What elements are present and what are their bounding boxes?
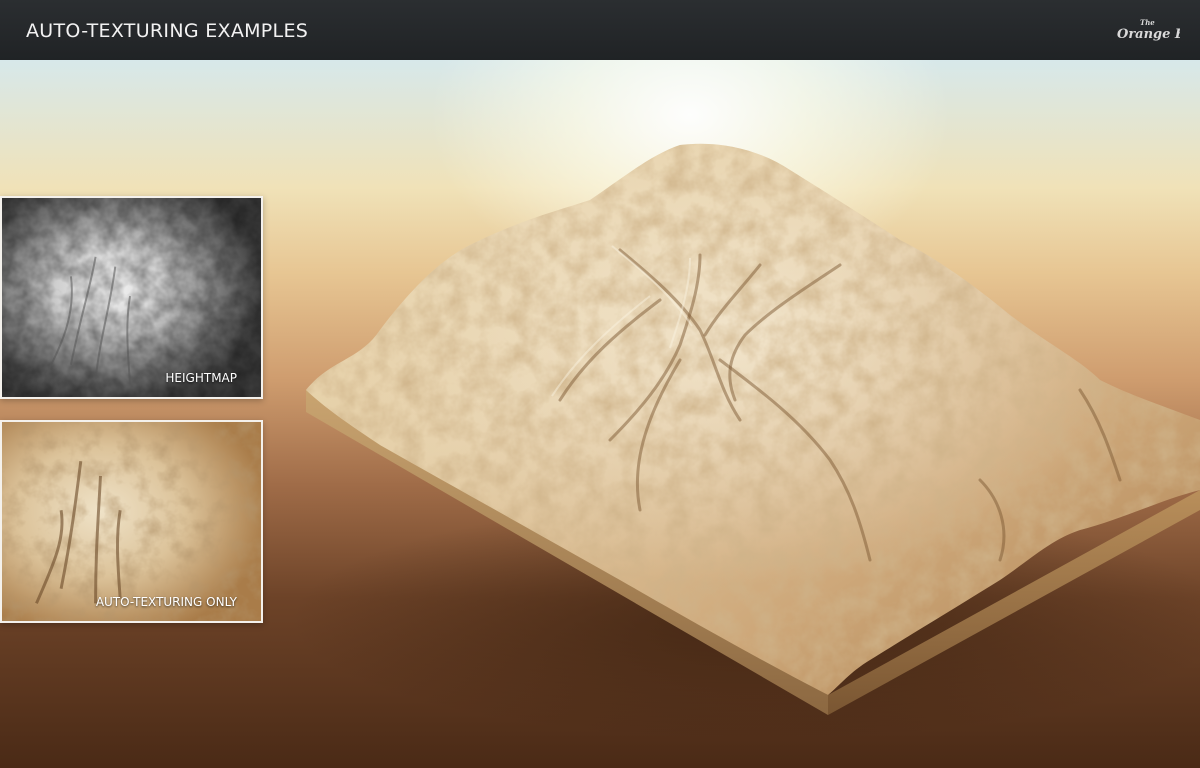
svg-text:The: The	[1140, 18, 1155, 27]
auto-texturing-label: AUTO-TEXTURING ONLY	[95, 595, 237, 609]
svg-text:Orange Box: Orange Box	[1117, 27, 1180, 42]
terrain-render	[290, 143, 1200, 740]
heightmap-thumbnail: HEIGHTMAP	[0, 196, 263, 399]
page-title: AUTO-TEXTURING EXAMPLES	[26, 20, 309, 42]
render-scene: HEIGHTMAP AUTO-TEXTURING ONLY	[0, 60, 1200, 768]
heightmap-label: HEIGHTMAP	[165, 371, 237, 385]
auto-texturing-thumbnail: AUTO-TEXTURING ONLY	[0, 420, 263, 623]
orange-box-logo: The Orange Box	[1116, 17, 1200, 43]
header-bar: AUTO-TEXTURING EXAMPLES The Orange Box	[0, 0, 1200, 60]
